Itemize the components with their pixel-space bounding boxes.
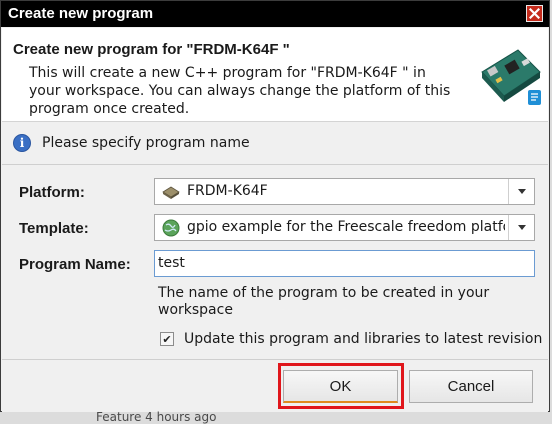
dialog-header: Create new program for "FRDM-K64F " This… [2,28,548,122]
divider [2,164,548,165]
check-icon: ✔ [162,332,172,346]
update-checkbox[interactable]: ✔ [160,332,174,346]
header-title: Create new program for "FRDM-K64F " [13,41,290,58]
dropdown-arrow-icon [517,189,526,194]
program-name-hint: The name of the program to be created in… [158,285,490,318]
info-row: i Please specify program name [2,129,548,159]
platform-value: FRDM-K64F [187,183,268,199]
program-name-label: Program Name: [19,256,131,273]
cancel-button[interactable]: Cancel [409,370,533,403]
template-select[interactable]: gpio example for the Freescale freedom p… [154,214,535,241]
platform-dropdown-button[interactable] [508,179,534,204]
board-icon [481,49,541,105]
dropdown-arrow-icon [517,225,526,230]
header-description: This will create a new C++ program for "… [29,65,451,117]
ok-button[interactable]: OK [283,370,398,403]
background-text: Feature 4 hours ago [96,410,217,424]
template-value: gpio example for the Freescale freedom p… [187,219,505,235]
window-title: Create new program [8,5,154,22]
close-icon [529,8,540,19]
update-checkbox-label[interactable]: Update this program and libraries to lat… [184,331,542,347]
info-message: Please specify program name [42,135,250,151]
globe-icon [162,219,180,237]
platform-select[interactable]: FRDM-K64F [154,178,535,205]
program-name-field[interactable] [154,250,535,277]
platform-label: Platform: [19,184,85,201]
template-dropdown-button[interactable] [508,215,534,240]
program-name-input[interactable] [158,253,528,273]
create-program-dialog: Create new program Create new program fo… [0,0,550,412]
chip-icon [162,186,180,199]
template-label: Template: [19,220,89,237]
title-bar: Create new program [1,1,549,27]
info-icon: i [13,134,31,152]
close-button[interactable] [526,5,543,22]
